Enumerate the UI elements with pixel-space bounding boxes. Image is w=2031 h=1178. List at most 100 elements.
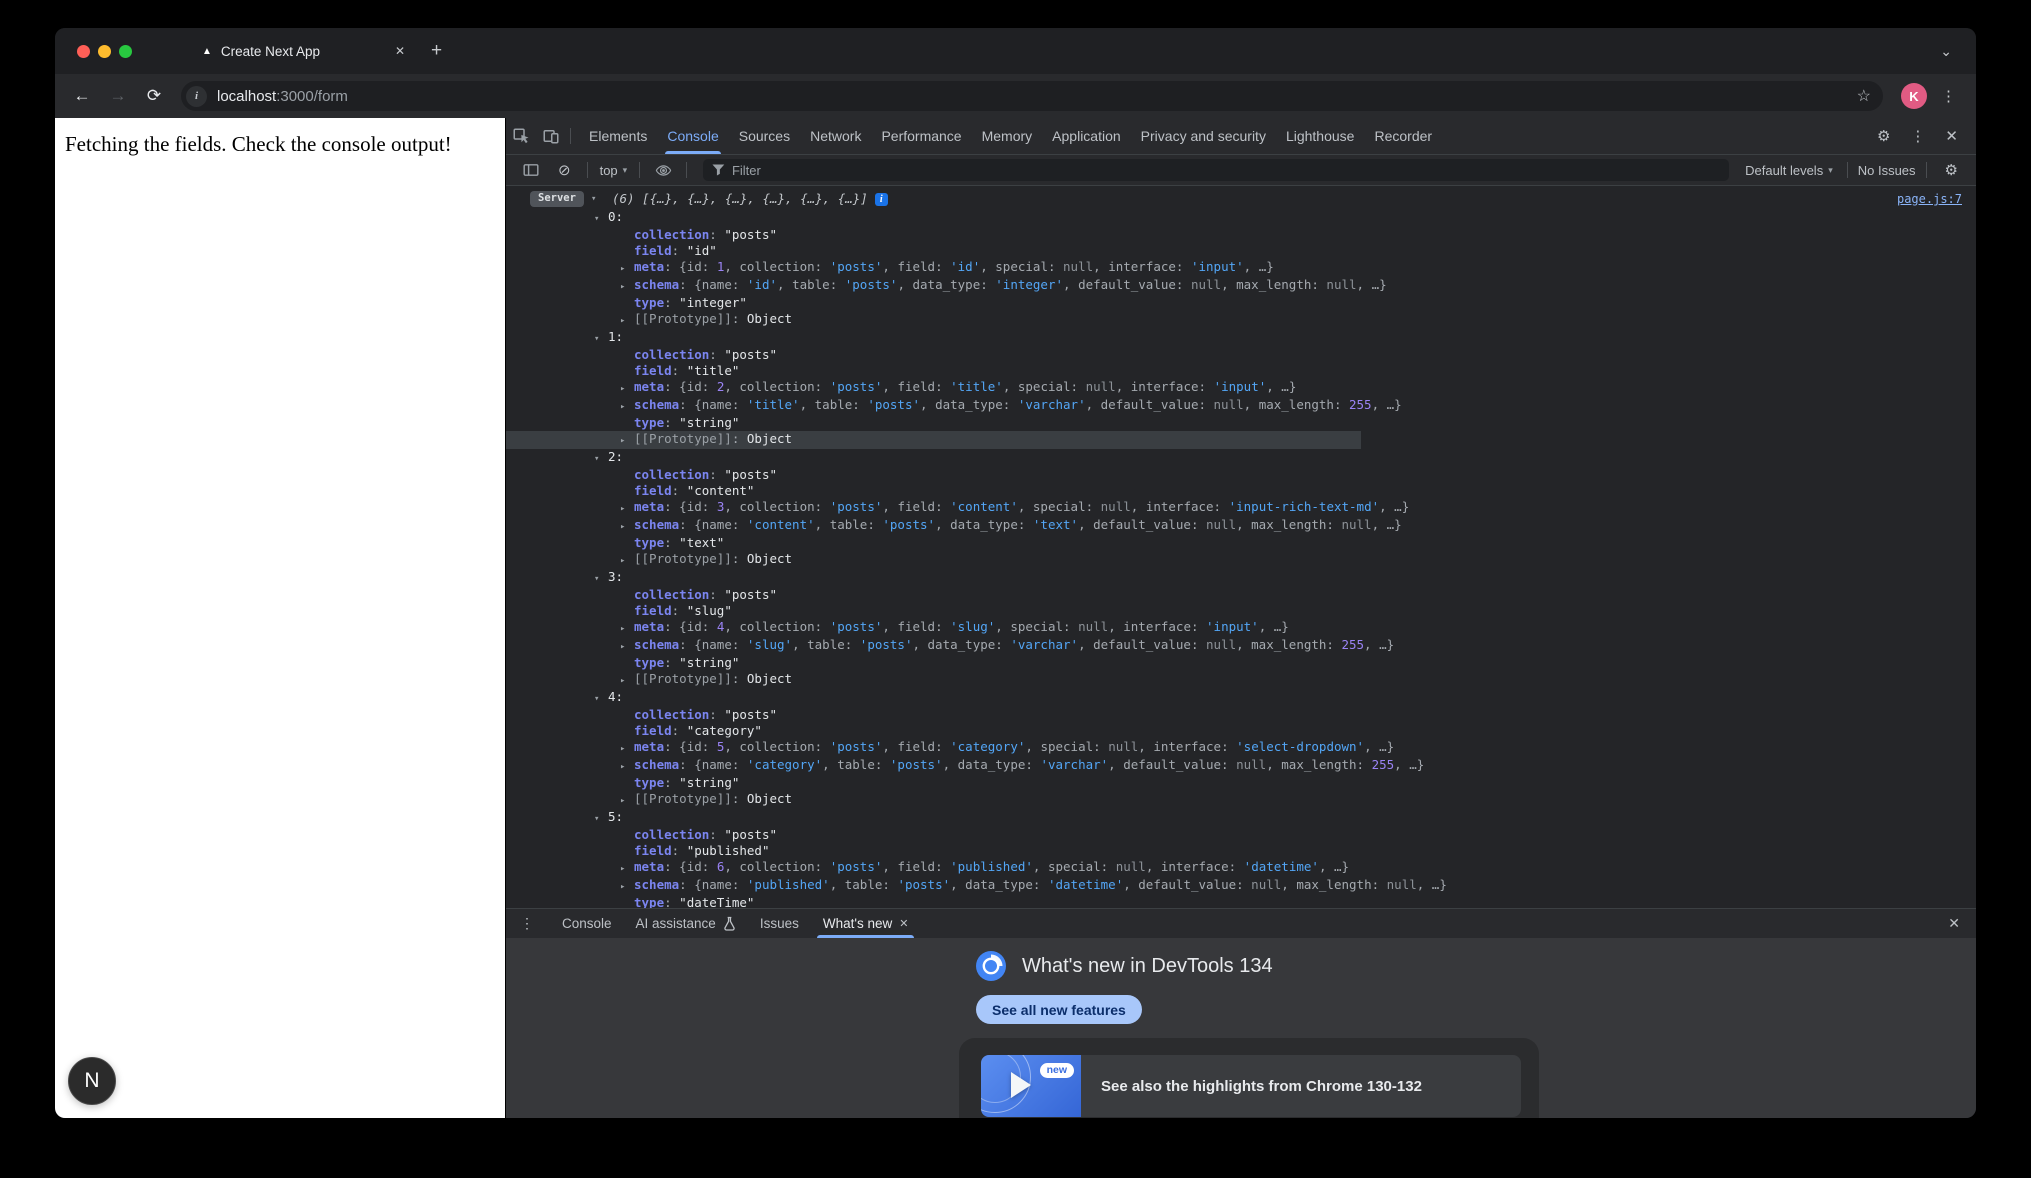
inspect-element-icon[interactable]: [506, 123, 536, 149]
javascript-context-dropdown[interactable]: top▾: [596, 163, 632, 178]
expand-icon[interactable]: ▾: [594, 211, 608, 227]
browser-window: ▲ Create Next App ✕ + ⌄ ← → ⟳ i localhos…: [55, 28, 1976, 1118]
expand-icon[interactable]: ▾: [594, 571, 608, 587]
tab-network[interactable]: Network: [800, 118, 871, 154]
expand-icon[interactable]: ▸: [620, 879, 634, 895]
tab-performance[interactable]: Performance: [871, 118, 971, 154]
console-row: ▾1:: [506, 329, 1976, 347]
console-settings-icon[interactable]: ⚙: [1937, 161, 1966, 179]
text: null: [1251, 877, 1281, 892]
text: [[Prototype]]: [634, 311, 732, 326]
array-index: 4:: [608, 689, 623, 704]
expand-icon[interactable]: ▸: [620, 313, 634, 329]
console-filter[interactable]: [703, 159, 1729, 181]
drawer-tab-console[interactable]: Console: [550, 909, 624, 938]
tab-recorder[interactable]: Recorder: [1364, 118, 1442, 154]
highlight-video-link[interactable]: new See also the highlights from Chrome …: [981, 1055, 1521, 1117]
video-thumbnail[interactable]: new: [981, 1055, 1081, 1117]
whats-new-card: new See also the highlights from Chrome …: [959, 1038, 1539, 1118]
text: :: [672, 243, 687, 258]
bookmark-star-icon[interactable]: ☆: [1851, 86, 1877, 106]
profile-avatar[interactable]: K: [1901, 83, 1927, 109]
expand-icon[interactable]: ▸: [620, 501, 634, 517]
expand-icon[interactable]: ▸: [620, 759, 634, 775]
filter-input[interactable]: [732, 163, 1720, 178]
tab-memory[interactable]: Memory: [972, 118, 1043, 154]
console-output[interactable]: Server▾(6) [{…}, {…}, {…}, {…}, {…}, {…}…: [506, 186, 1976, 908]
tab-sources[interactable]: Sources: [729, 118, 800, 154]
expand-icon[interactable]: ▾: [594, 811, 608, 827]
text: Object: [747, 671, 792, 686]
text: "integer": [679, 295, 747, 310]
drawer-tab-what-s-new[interactable]: What's new✕: [811, 909, 921, 938]
source-location-link[interactable]: page.js:7: [1897, 191, 1962, 207]
zoom-window-button[interactable]: [119, 45, 132, 58]
console-row: collection: "posts": [506, 587, 1976, 603]
expand-icon[interactable]: ▸: [620, 279, 634, 295]
live-expression-eye-icon[interactable]: [648, 157, 678, 183]
expand-icon[interactable]: ▸: [620, 381, 634, 397]
tab-application[interactable]: Application: [1042, 118, 1131, 154]
close-tab-icon[interactable]: ✕: [395, 44, 405, 58]
console-row: ▸meta: {id: 5, collection: 'posts', fiel…: [506, 739, 1976, 757]
text: type: [634, 775, 664, 790]
see-all-new-features-button[interactable]: See all new features: [976, 995, 1142, 1024]
minimize-window-button[interactable]: [98, 45, 111, 58]
expand-icon[interactable]: ▾: [591, 191, 605, 207]
text: "posts": [724, 707, 777, 722]
expand-icon[interactable]: ▸: [620, 673, 634, 689]
drawer-tab-issues[interactable]: Issues: [748, 909, 811, 938]
text: , table:: [822, 757, 890, 772]
flask-icon: [723, 916, 736, 931]
expand-icon[interactable]: ▸: [620, 621, 634, 637]
tab-elements[interactable]: Elements: [579, 118, 657, 154]
log-levels-dropdown[interactable]: Default levels▾: [1741, 163, 1837, 178]
text: :: [672, 843, 687, 858]
expand-icon[interactable]: ▸: [620, 433, 634, 449]
devtools-close-icon[interactable]: ✕: [1937, 127, 1966, 145]
back-button[interactable]: ←: [67, 81, 97, 111]
expand-icon[interactable]: ▸: [620, 793, 634, 809]
device-toolbar-icon[interactable]: [536, 123, 566, 149]
expand-icon[interactable]: ▸: [620, 639, 634, 655]
close-icon[interactable]: ✕: [899, 917, 908, 930]
expand-icon[interactable]: ▸: [620, 519, 634, 535]
issues-counter[interactable]: No Issues: [1858, 163, 1916, 178]
new-tab-button[interactable]: +: [431, 40, 442, 62]
tab-search-chevron-icon[interactable]: ⌄: [1940, 43, 1952, 60]
devtools-settings-icon[interactable]: ⚙: [1869, 127, 1898, 145]
console-row: ▸schema: {name: 'category', table: 'post…: [506, 757, 1976, 775]
reload-button[interactable]: ⟳: [139, 81, 169, 111]
expand-icon[interactable]: ▸: [620, 399, 634, 415]
tab-lighthouse[interactable]: Lighthouse: [1276, 118, 1365, 154]
expand-icon[interactable]: ▾: [594, 451, 608, 467]
address-bar[interactable]: i localhost:3000/form ☆: [181, 81, 1883, 111]
drawer-menu-icon[interactable]: ⋮: [512, 915, 542, 932]
text: 'varchar': [1010, 637, 1078, 652]
close-window-button[interactable]: [77, 45, 90, 58]
expand-icon[interactable]: ▾: [594, 331, 608, 347]
tab-privacy-and-security[interactable]: Privacy and security: [1131, 118, 1276, 154]
expand-icon[interactable]: ▸: [620, 553, 634, 569]
info-icon[interactable]: i: [875, 193, 888, 206]
text: :: [732, 311, 747, 326]
expand-icon[interactable]: ▸: [620, 261, 634, 277]
site-info-icon[interactable]: i: [186, 86, 207, 107]
browser-tab[interactable]: ▲ Create Next App ✕: [192, 34, 415, 68]
browser-menu-icon[interactable]: ⋮: [1933, 87, 1964, 105]
console-sidebar-icon[interactable]: [516, 157, 546, 183]
nextjs-dev-badge[interactable]: N: [68, 1057, 116, 1105]
array-preview[interactable]: (6) [{…}, {…}, {…}, {…}, {…}, {…}]: [612, 191, 868, 207]
expand-icon[interactable]: ▾: [594, 691, 608, 707]
console-row: field: "category": [506, 723, 1976, 739]
expand-icon[interactable]: ▸: [620, 861, 634, 877]
clear-console-icon[interactable]: ⊘: [550, 161, 579, 179]
drawer-tab-ai-assistance[interactable]: AI assistance: [624, 909, 748, 938]
drawer-close-icon[interactable]: ✕: [1938, 915, 1970, 932]
forward-button[interactable]: →: [103, 81, 133, 111]
tab-console[interactable]: Console: [657, 118, 728, 154]
console-row: ▾5:: [506, 809, 1976, 827]
devtools-menu-icon[interactable]: ⋮: [1902, 127, 1933, 145]
text: {id:: [679, 619, 717, 634]
expand-icon[interactable]: ▸: [620, 741, 634, 757]
